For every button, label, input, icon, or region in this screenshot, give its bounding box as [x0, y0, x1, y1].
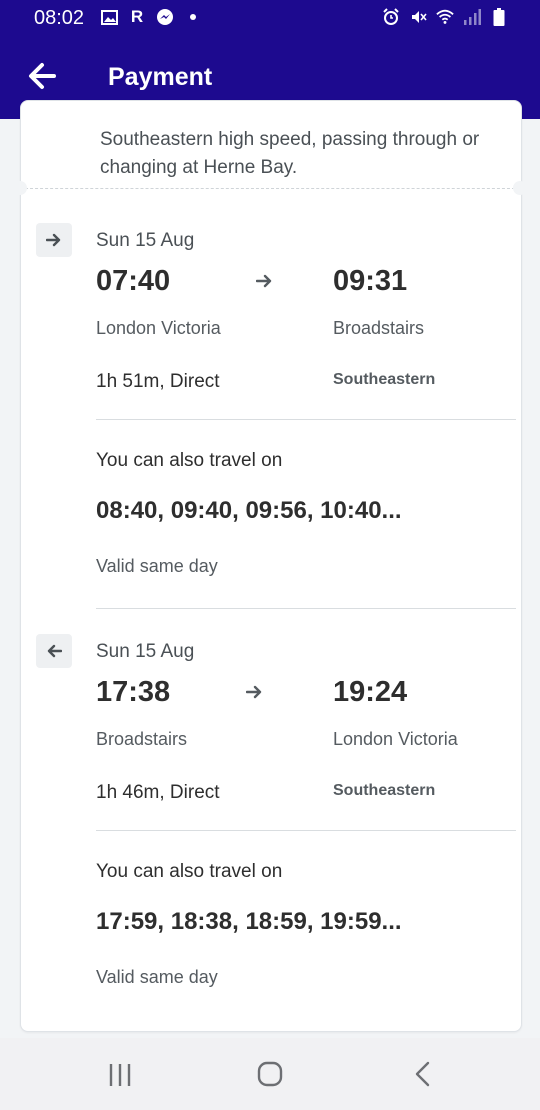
train-operator: Southeastern	[333, 782, 436, 799]
signal-icon	[463, 8, 481, 26]
train-operator: Southeastern	[333, 371, 436, 388]
dot-icon	[184, 8, 202, 26]
journey-date: Sun 15 Aug	[96, 230, 195, 251]
system-back-button[interactable]	[400, 1060, 444, 1090]
page-title: Payment	[108, 63, 213, 91]
divider	[96, 608, 516, 609]
ticket-perforation	[20, 188, 520, 189]
r-app-icon: R	[130, 7, 144, 26]
alternative-times: 08:40, 09:40, 09:56, 10:40...	[96, 497, 402, 524]
validity-text: Valid same day	[96, 556, 218, 576]
messenger-icon	[156, 8, 174, 26]
system-nav-bar	[0, 1038, 540, 1110]
back-button[interactable]	[26, 60, 62, 96]
home-button[interactable]	[248, 1060, 292, 1090]
arrow-left-icon	[29, 63, 56, 89]
journey-date: Sun 15 Aug	[96, 641, 195, 662]
origin-station: Broadstairs	[96, 729, 188, 749]
alternative-times-label: You can also travel on	[96, 861, 283, 882]
outbound-arrow-icon	[36, 223, 72, 257]
alarm-icon	[382, 8, 400, 26]
gallery-icon	[100, 8, 118, 26]
destination-station: Broadstairs	[333, 318, 425, 338]
return-arrow-icon	[36, 634, 72, 668]
destination-station: London Victoria	[333, 729, 458, 749]
alternative-times: 17:59, 18:38, 18:59, 19:59...	[96, 908, 402, 935]
arrow-right-icon	[255, 274, 276, 290]
origin-station: London Victoria	[96, 318, 221, 338]
route-restriction-text: Southeastern high speed, passing through…	[100, 129, 480, 178]
home-icon	[257, 1061, 283, 1087]
wifi-icon	[436, 8, 454, 26]
arrow-right-icon	[245, 685, 266, 701]
arrival-time: 09:31	[333, 265, 408, 297]
divider	[96, 830, 516, 831]
status-bar: 08:02 R	[0, 0, 540, 38]
mute-icon	[409, 8, 427, 26]
alternative-times-label: You can also travel on	[96, 450, 283, 471]
ticket-notch-right	[513, 181, 527, 195]
arrival-time: 19:24	[333, 676, 408, 708]
chevron-left-icon	[415, 1061, 430, 1087]
battery-icon	[490, 8, 508, 26]
status-time: 08:02	[34, 7, 85, 29]
journey-duration: 1h 46m, Direct	[96, 782, 220, 803]
recent-apps-icon	[109, 1064, 131, 1086]
validity-text: Valid same day	[96, 967, 218, 987]
ticket-notch-left	[13, 181, 27, 195]
recent-apps-button[interactable]	[98, 1060, 142, 1090]
departure-time: 07:40	[96, 265, 171, 297]
departure-time: 17:38	[96, 676, 171, 708]
journey-duration: 1h 51m, Direct	[96, 371, 220, 392]
divider	[96, 419, 516, 420]
